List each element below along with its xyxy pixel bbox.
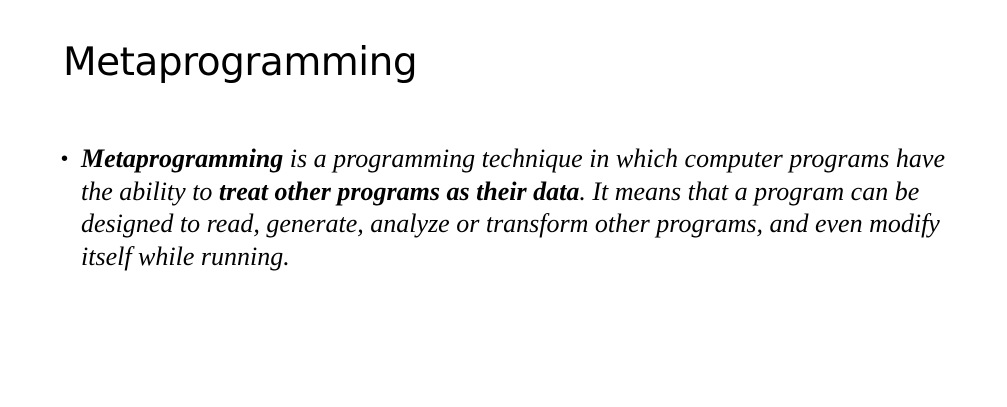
bullet-term: Metaprogramming — [81, 144, 284, 173]
bullet-emphasis: treat other programs as their data — [218, 176, 580, 206]
slide: Metaprogramming • Metaprogramming is a pr… — [0, 0, 1007, 407]
bullet-list: • Metaprogramming is a programming techni… — [61, 143, 961, 273]
slide-title: Metaprogramming — [63, 40, 418, 85]
bullet-glyph: • — [61, 148, 69, 170]
bullet-item: • Metaprogramming is a programming techni… — [61, 143, 961, 273]
